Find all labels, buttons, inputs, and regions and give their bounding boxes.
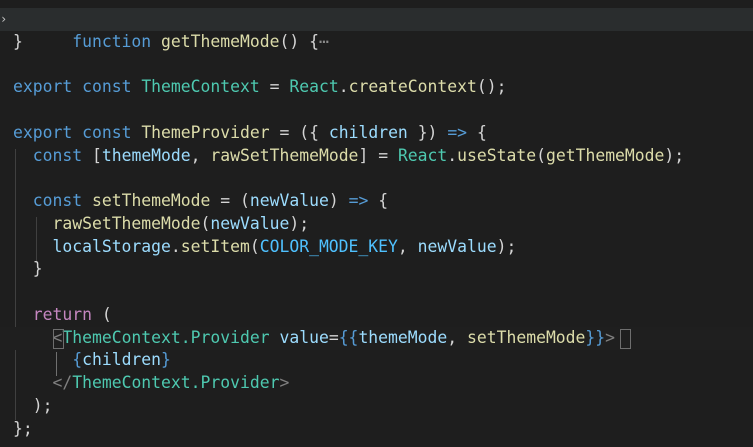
code-line-16[interactable]: {children} bbox=[0, 349, 753, 372]
code-line-2[interactable]: } bbox=[0, 31, 753, 54]
code-line-7[interactable]: const [themeMode, rawSetThemeMode] = Rea… bbox=[0, 145, 753, 168]
code-line-1[interactable]: › function getThemeMode() {⋯ bbox=[0, 8, 753, 51]
code-line-11[interactable]: localStorage.setItem(COLOR_MODE_KEY, new… bbox=[0, 236, 753, 259]
code-line-18[interactable]: ); bbox=[0, 395, 753, 418]
code-line-10[interactable]: rawSetThemeMode(newValue); bbox=[0, 213, 753, 236]
bracket-match-open bbox=[53, 329, 64, 349]
code-line-19[interactable]: }; bbox=[0, 418, 753, 441]
chevron-right-icon[interactable]: › bbox=[0, 8, 10, 31]
code-line-9[interactable]: const setThemeMode = (newValue) => { bbox=[0, 190, 753, 213]
bracket-match-close bbox=[620, 329, 631, 349]
code-line-6[interactable]: export const ThemeProvider = ({ children… bbox=[0, 122, 753, 145]
code-line-12[interactable]: } bbox=[0, 258, 753, 281]
code-line-4[interactable]: export const ThemeContext = React.create… bbox=[0, 76, 753, 99]
code-editor[interactable]: › function getThemeMode() {⋯ } export co… bbox=[0, 0, 753, 447]
code-line-14[interactable]: return ( bbox=[0, 304, 753, 327]
code-line-17[interactable]: </ThemeContext.Provider> bbox=[0, 372, 753, 395]
code-line-15[interactable]: <ThemeContext.Provider value={{themeMode… bbox=[0, 327, 753, 350]
